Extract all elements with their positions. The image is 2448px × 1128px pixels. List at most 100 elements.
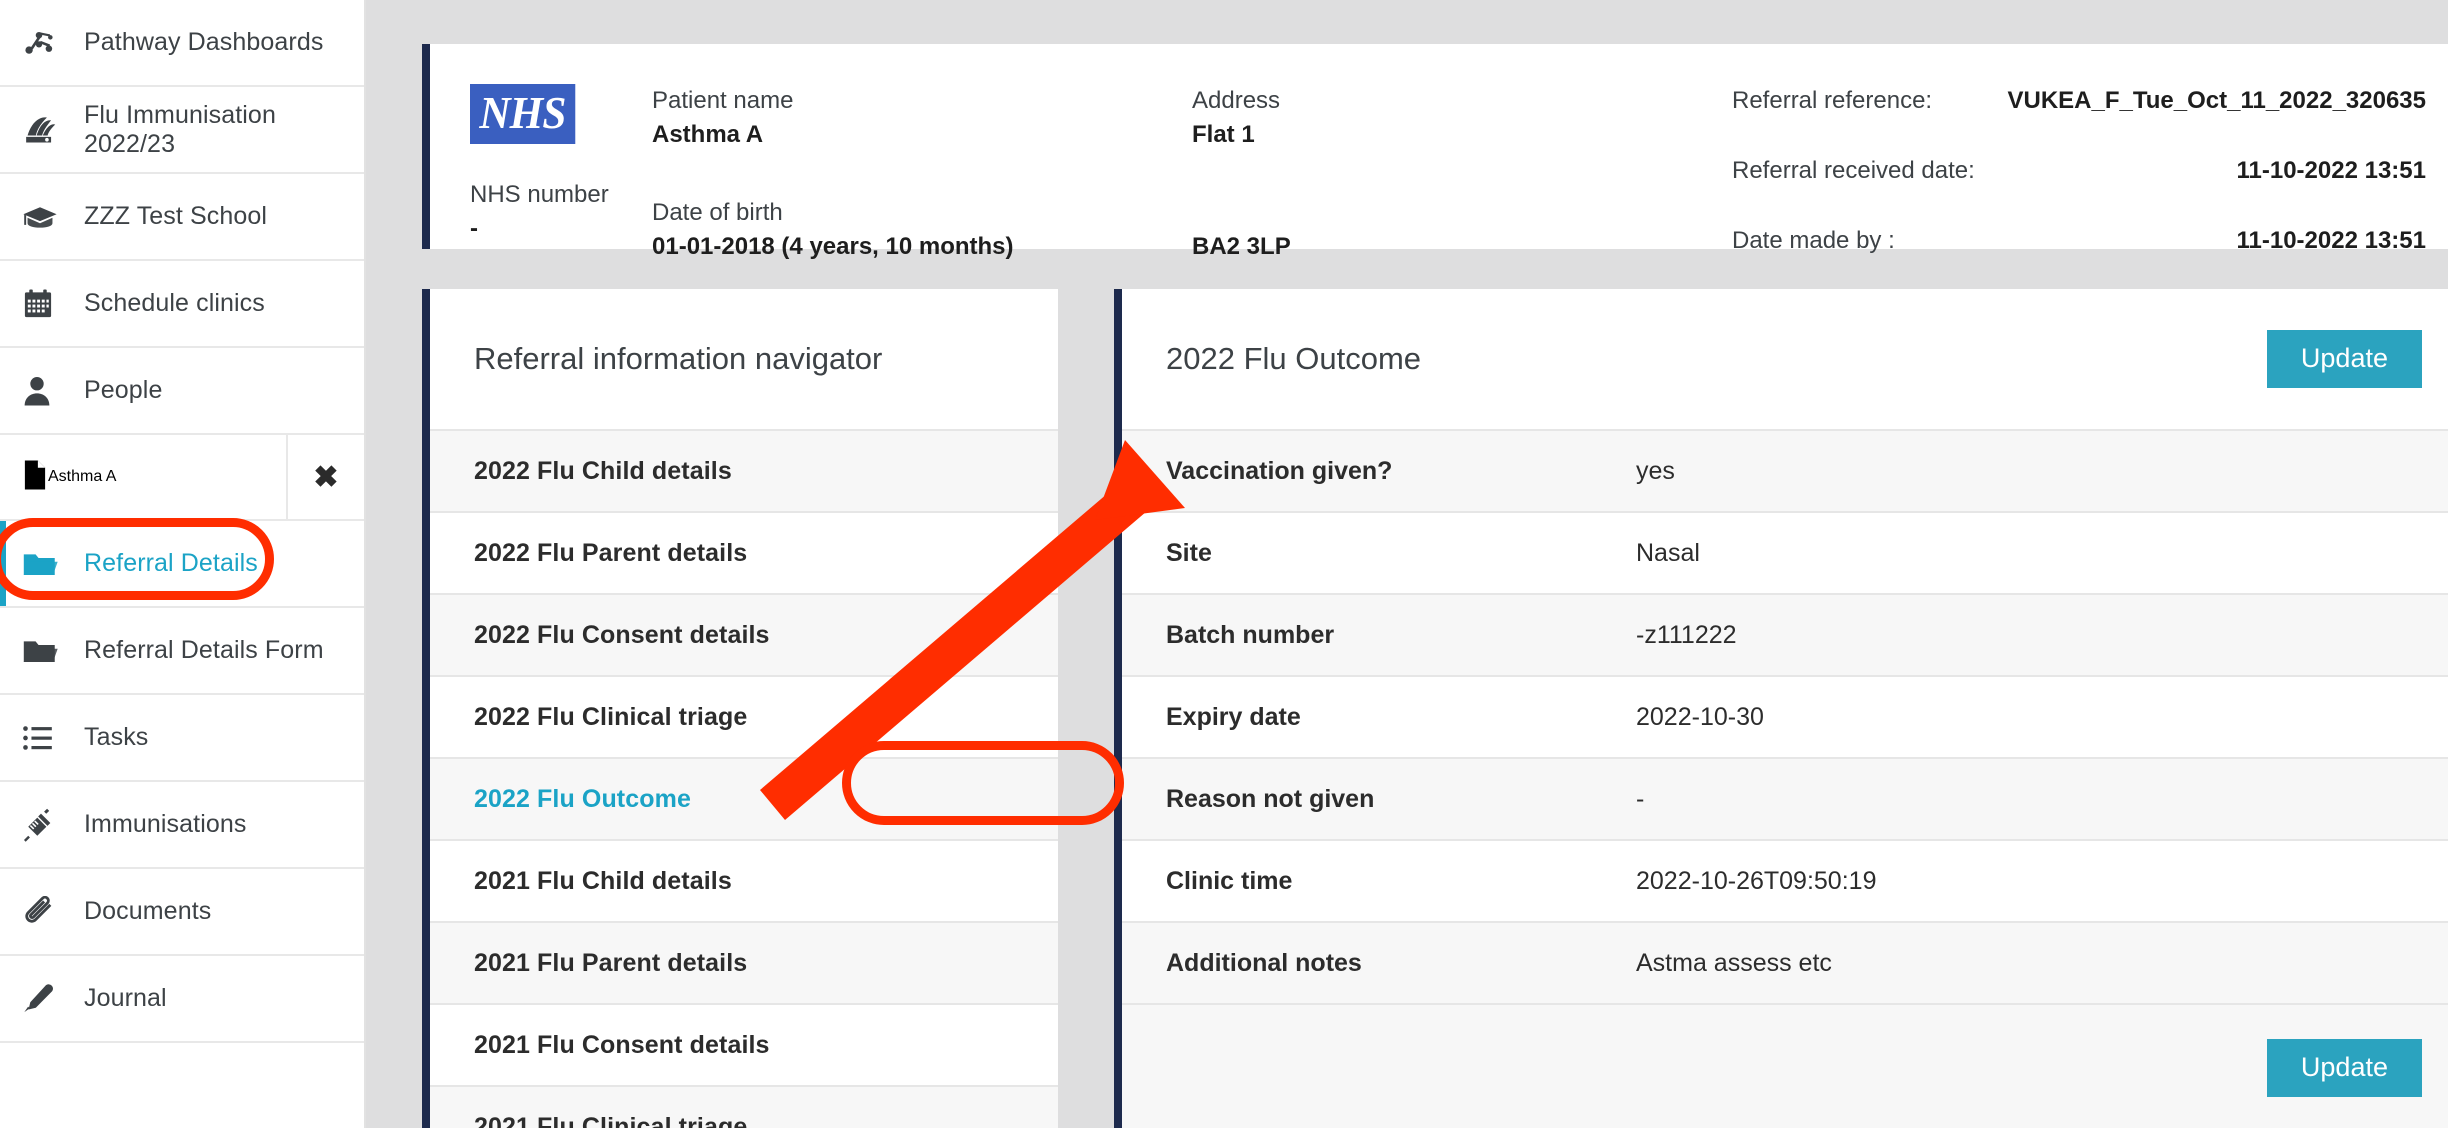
outcome-row-key: Reason not given <box>1166 784 1375 813</box>
navigator-item-label: 2021 Flu Child details <box>474 866 732 895</box>
outcome-panel-title: 2022 Flu Outcome <box>1166 341 1422 376</box>
navigator-panel-header: Referral information navigator <box>430 289 1058 429</box>
referral-reference-label: Referral reference: <box>1732 87 1933 114</box>
graduation-cap-icon <box>22 202 84 232</box>
outcome-row-value: Nasal <box>1636 538 1700 567</box>
sidebar-item-label: Documents <box>84 897 212 925</box>
sidebar-item-label: ZZZ Test School <box>84 202 268 230</box>
sidebar-item-label: Flu Immunisation 2022/23 <box>84 100 276 158</box>
patient-name-block: Patient name Asthma A <box>652 84 1192 152</box>
sidebar-item-label: Referral Details <box>84 549 258 577</box>
sidebar-item-referral-details[interactable]: Referral Details <box>0 521 364 608</box>
panels-row: Referral information navigator 2022 Flu … <box>422 289 2448 1128</box>
navigator-item-label: 2022 Flu Clinical triage <box>474 702 748 731</box>
outcome-row-value: 2022-10-26T09:50:19 <box>1636 866 1877 895</box>
sidebar-item-schedule-clinics[interactable]: Schedule clinics <box>0 261 364 348</box>
nhs-number-value: - <box>470 215 478 242</box>
patient-header-card: NHS NHS number - Patient name Asthma A D… <box>422 44 2448 260</box>
outcome-row-key: Expiry date <box>1166 702 1301 731</box>
folder-open-icon <box>22 637 84 665</box>
sidebar-item-documents[interactable]: Documents <box>0 869 364 956</box>
navigator-item-label: 2021 Flu Consent details <box>474 1030 770 1059</box>
sidebar-item-zzz-test-school[interactable]: ZZZ Test School <box>0 174 364 261</box>
navigator-item-label: 2021 Flu Parent details <box>474 948 748 977</box>
sidebar-item-label: Pathway Dashboards <box>84 28 324 56</box>
pen-icon <box>22 983 84 1015</box>
sidebar-item-label: Tasks <box>84 723 149 751</box>
sidebar-item-immunisations[interactable]: Immunisations <box>0 782 364 869</box>
sidebar-item-pathway-dashboards[interactable]: Pathway Dashboards <box>0 0 364 87</box>
flu-outcome-panel: 2022 Flu Outcome Update Vaccination give… <box>1114 289 2448 1128</box>
sidebar-item-label: Journal <box>84 984 167 1012</box>
navigator-list-item[interactable]: 2021 Flu Clinical triage <box>430 1085 1058 1128</box>
nhs-number-block: NHS number - <box>470 178 652 246</box>
update-button-bottom[interactable]: Update <box>2266 1039 2422 1097</box>
app-root: Pathway Dashboards Flu Immunisation 2022… <box>0 0 2448 1128</box>
sidebar-item-flu-immunisation[interactable]: Flu Immunisation 2022/23 <box>0 87 364 174</box>
outcome-row-value: -z111222 <box>1636 620 1737 649</box>
syringe-icon <box>22 808 84 842</box>
dob-label: Date of birth <box>652 199 783 226</box>
outcome-row-value: Astma assess etc <box>1636 948 1832 977</box>
update-button-top[interactable]: Update <box>2266 330 2422 388</box>
date-made-by-row: Date made by : 11-10-2022 13:51 <box>1732 224 2426 258</box>
address-label: Address <box>1192 87 1281 114</box>
navigator-list-item[interactable]: 2022 Flu Clinical triage <box>430 675 1058 757</box>
navigator-list-item[interactable]: 2021 Flu Parent details <box>430 921 1058 1003</box>
sidebar-item-label: Referral Details Form <box>84 636 324 664</box>
file-icon <box>22 459 48 496</box>
navigator-list-item-active[interactable]: 2022 Flu Outcome <box>430 757 1058 839</box>
address-column: Address Flat 1 BA2 3LP <box>1192 78 1732 264</box>
outcome-row-value: - <box>1636 784 1645 813</box>
referral-received-label: Referral received date: <box>1732 157 1975 184</box>
patient-name-label: Patient name <box>652 87 794 114</box>
outcome-row: Vaccination given? yes <box>1122 429 2448 511</box>
referral-reference-row: Referral reference: VUKEA_F_Tue_Oct_11_2… <box>1732 84 2426 118</box>
main-content: NHS NHS number - Patient name Asthma A D… <box>366 0 2448 1128</box>
nhs-number-label: NHS number <box>470 181 609 208</box>
referral-received-value: 11-10-2022 13:51 <box>2236 157 2427 184</box>
sidebar-item-tasks[interactable]: Tasks <box>0 695 364 782</box>
list-icon <box>22 724 84 752</box>
navigator-list-item[interactable]: 2022 Flu Consent details <box>430 593 1058 675</box>
person-icon <box>22 375 84 407</box>
navigator-list-item[interactable]: 2022 Flu Child details <box>430 429 1058 511</box>
dob-value: 01-01-2018 (4 years, 10 months) <box>652 233 1014 260</box>
dob-block: Date of birth 01-01-2018 (4 years, 10 mo… <box>652 196 1192 264</box>
sidebar-item-journal[interactable]: Journal <box>0 956 364 1043</box>
navigator-item-label: 2022 Flu Parent details <box>474 538 748 567</box>
referral-meta-column: Referral reference: VUKEA_F_Tue_Oct_11_2… <box>1732 78 2448 294</box>
referral-reference-value: VUKEA_F_Tue_Oct_11_2022_320635 <box>2007 87 2427 114</box>
nhs-logo: NHS <box>470 84 575 144</box>
address-line1: Flat 1 <box>1192 121 1255 148</box>
sidebar-item-label: Schedule clinics <box>84 289 265 317</box>
referral-received-row: Referral received date: 11-10-2022 13:51 <box>1732 154 2426 188</box>
outcome-row: Additional notes Astma assess etc <box>1122 921 2448 1003</box>
address-postcode: BA2 3LP <box>1192 233 1291 260</box>
navigator-list-item[interactable]: 2021 Flu Consent details <box>430 1003 1058 1085</box>
sidebar-item-people[interactable]: People <box>0 348 364 435</box>
navigator-list-item[interactable]: 2021 Flu Child details <box>430 839 1058 921</box>
outcome-panel-footer: Update <box>1122 1003 2448 1128</box>
sidebar-item-label: Asthma A <box>48 468 117 485</box>
sidebar-item-patient[interactable]: Asthma A <box>0 435 288 519</box>
outcome-row: Site Nasal <box>1122 511 2448 593</box>
navigator-list-item[interactable]: 2022 Flu Parent details <box>430 511 1058 593</box>
navigator-item-label: 2022 Flu Outcome <box>474 784 691 813</box>
outcome-row-key: Additional notes <box>1166 948 1362 977</box>
paperclip-icon <box>22 895 84 928</box>
postcode-block: BA2 3LP <box>1192 196 1732 264</box>
outcome-row-value: yes <box>1636 456 1675 485</box>
referral-information-navigator-panel: Referral information navigator 2022 Flu … <box>422 289 1058 1128</box>
close-icon[interactable]: ✖ <box>288 435 364 519</box>
outcome-row: Batch number -z111222 <box>1122 593 2448 675</box>
sidebar: Pathway Dashboards Flu Immunisation 2022… <box>0 0 366 1128</box>
sidebar-item-referral-details-form[interactable]: Referral Details Form <box>0 608 364 695</box>
navigator-item-label: 2022 Flu Child details <box>474 456 732 485</box>
address-block: Address Flat 1 <box>1192 84 1732 152</box>
calendar-icon <box>22 288 84 320</box>
sidebar-patient-row: Asthma A ✖ <box>0 435 364 521</box>
syringe-fan-icon <box>22 114 84 146</box>
outcome-panel-header: 2022 Flu Outcome Update <box>1122 289 2448 429</box>
outcome-row-value: 2022-10-30 <box>1636 702 1764 731</box>
